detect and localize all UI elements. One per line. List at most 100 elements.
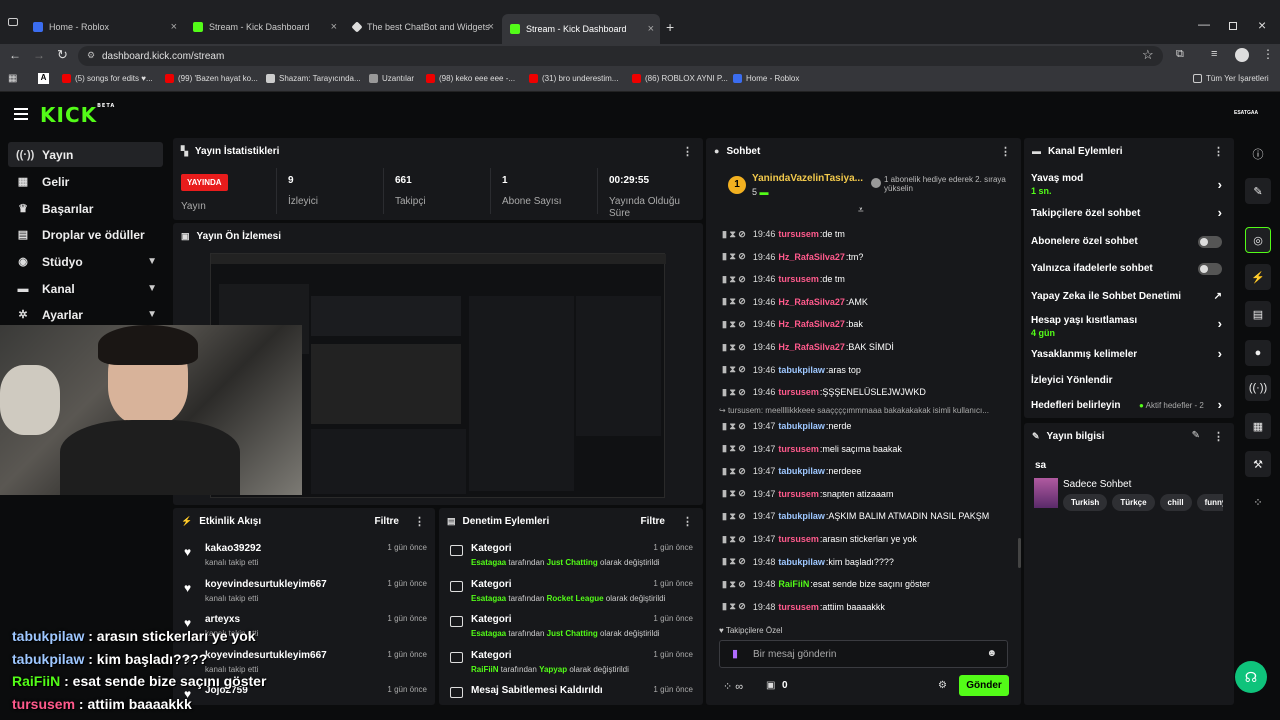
sidebar-item-gelir[interactable]: ▦ Gelir bbox=[8, 169, 163, 194]
bookmark-item[interactable]: (31) bro underestim... bbox=[529, 74, 618, 83]
banned-words-row[interactable]: Yasaklanmış kelimeler › bbox=[1031, 346, 1226, 361]
bookmark-star-icon[interactable]: ☆ bbox=[1142, 47, 1154, 63]
bookmark-a-icon[interactable]: A bbox=[38, 73, 49, 84]
more-options-icon[interactable]: ⋮ bbox=[682, 515, 693, 528]
mic-icon[interactable]: ▮ bbox=[732, 647, 738, 660]
followers-chat-row[interactable]: Takipçilere özel sohbet › bbox=[1031, 205, 1226, 220]
sidebar-item-studyo[interactable]: ◉ Stüdyo ▼ bbox=[8, 249, 163, 274]
new-tab-icon[interactable]: + bbox=[666, 19, 674, 35]
username-label[interactable]: ESATGAA bbox=[1234, 110, 1258, 116]
edit-pencil-icon[interactable]: ✎ bbox=[1192, 430, 1200, 441]
message-user[interactable]: tabukpilaw bbox=[778, 511, 825, 521]
hamburger-menu-icon[interactable] bbox=[14, 108, 28, 120]
chat-message[interactable]: ▮ ⧗ ⊘ 19:46 Hz_RafaSilva27: bak bbox=[722, 314, 1012, 334]
subs-chat-toggle[interactable] bbox=[1198, 236, 1222, 248]
apps-grid-icon[interactable]: ▦ bbox=[8, 73, 17, 84]
filter-button[interactable]: Filtre bbox=[375, 516, 399, 527]
ai-mod-row[interactable]: Yapay Zeka ile Sohbet Denetimi ↗ bbox=[1031, 291, 1226, 302]
restore-icon[interactable] bbox=[1229, 22, 1237, 30]
chat-message[interactable]: ▮ ⧗ ⊘ 19:48 tursusem: attiim baaaakkk bbox=[722, 597, 1012, 617]
message-user[interactable]: tursusem bbox=[778, 534, 819, 544]
account-age-row[interactable]: Hesap yaşı kısıtlaması 4 gün › bbox=[1031, 315, 1226, 338]
browser-tab[interactable]: The best ChatBot and Widgets × bbox=[345, 16, 500, 38]
collapse-icon[interactable]: ⩡ bbox=[858, 205, 864, 216]
message-actions-icon[interactable]: ▮ ⧗ ⊘ bbox=[722, 466, 746, 477]
message-user[interactable]: tabukpilaw bbox=[778, 466, 825, 476]
goals-row[interactable]: Hedefleri belirleyin ● Aktif hedefler - 2… bbox=[1031, 397, 1226, 412]
site-info-icon[interactable]: ⚙ bbox=[87, 50, 95, 61]
info-icon[interactable]: ⓘ bbox=[1245, 141, 1271, 167]
message-user[interactable]: tursusem bbox=[778, 229, 819, 239]
tag[interactable]: chill bbox=[1159, 494, 1192, 511]
message-actions-icon[interactable]: ▮ ⧗ ⊘ bbox=[722, 251, 746, 262]
message-actions-icon[interactable]: ▮ ⧗ ⊘ bbox=[722, 443, 746, 454]
send-button[interactable]: Gönder bbox=[959, 675, 1009, 696]
broadcast-rail-icon[interactable]: ((·)) bbox=[1245, 375, 1271, 401]
chat-message[interactable]: ▮ ⧗ ⊘ 19:48 RaiFiiN: esat sende bize saçın… bbox=[722, 574, 1012, 594]
close-tab-icon[interactable]: × bbox=[648, 23, 654, 35]
forward-icon[interactable]: → bbox=[33, 48, 45, 62]
chat-message[interactable]: ▮ ⧗ ⊘ 19:47 tabukpilaw: nerdeee bbox=[722, 461, 1012, 481]
chat-message[interactable]: ▮ ⧗ ⊘ 19:47 tursusem: meli saçıma baakak bbox=[722, 439, 1012, 459]
message-actions-icon[interactable]: ▮ ⧗ ⊘ bbox=[722, 319, 746, 330]
chat-message[interactable]: ▮ ⧗ ⊘ 19:47 tabukpilaw: nerde bbox=[722, 416, 1012, 436]
bookmark-item[interactable]: (98) keko eee eee -... bbox=[426, 74, 515, 83]
chat-message[interactable]: ▮ ⧗ ⊘ 19:48 tabukpilaw: kim başladı???? bbox=[722, 552, 1012, 572]
bookmark-item[interactable]: (5) songs for edits ♥... bbox=[62, 74, 153, 83]
browser-tab[interactable]: Home - Roblox × bbox=[25, 16, 183, 38]
message-actions-icon[interactable]: ▮ ⧗ ⊘ bbox=[722, 601, 746, 612]
bookmark-item[interactable]: Home - Roblox bbox=[733, 74, 799, 83]
activity-item[interactable]: koyevindesurtukleyim667 kanalı takip etti… bbox=[205, 579, 427, 603]
sidebar-item-basarilar[interactable]: ♛ Başarılar bbox=[8, 196, 163, 221]
layout-icon[interactable]: ▦ bbox=[1245, 413, 1271, 439]
extensions-icon[interactable]: ⧉ bbox=[1176, 48, 1184, 61]
message-actions-icon[interactable]: ▮ ⧗ ⊘ bbox=[722, 421, 746, 432]
message-user[interactable]: tabukpilaw bbox=[778, 365, 825, 375]
gift-box-icon[interactable]: ▣ bbox=[766, 680, 775, 691]
message-actions-icon[interactable]: ▮ ⧗ ⊘ bbox=[722, 364, 746, 375]
message-user[interactable]: Hz_RafaSilva27 bbox=[778, 297, 845, 307]
moderation-item[interactable]: Kategori Esatagaa tarafından Just Chattin… bbox=[471, 614, 693, 638]
sidebar-item-ayarlar[interactable]: ✲ Ayarlar ▼ bbox=[8, 302, 163, 327]
message-actions-icon[interactable]: ▮ ⧗ ⊘ bbox=[722, 534, 746, 545]
moderation-item[interactable]: Kategori Esatagaa tarafından Just Chattin… bbox=[471, 543, 693, 567]
wrench-rail-icon[interactable]: ⚒ bbox=[1245, 451, 1271, 477]
more-options-icon[interactable]: ⋮ bbox=[1213, 145, 1224, 158]
message-actions-icon[interactable]: ▮ ⧗ ⊘ bbox=[722, 387, 746, 398]
moderation-item[interactable]: Kategori Esatagaa tarafından Rocket Leagu… bbox=[471, 579, 693, 603]
message-user[interactable]: Hz_RafaSilva27 bbox=[778, 252, 845, 262]
lightning-rail-icon[interactable]: ⚡ bbox=[1245, 264, 1271, 290]
chat-message[interactable]: ▮ ⧗ ⊘ 19:46 tursusem: de tm bbox=[722, 269, 1012, 289]
sidebar-item-droplar[interactable]: ▤ Droplar ve ödüller bbox=[8, 222, 163, 247]
support-headset-icon[interactable]: ☊ bbox=[1235, 661, 1267, 693]
message-actions-icon[interactable]: ▮ ⧗ ⊘ bbox=[722, 342, 746, 353]
bookmark-item[interactable]: (99) 'Bazen hayat ko... bbox=[165, 74, 258, 83]
close-tab-icon[interactable]: × bbox=[331, 21, 337, 33]
chat-message[interactable]: ▮ ⧗ ⊘ 19:46 Hz_RafaSilva27: BAK SİMDİ bbox=[722, 337, 1012, 357]
activity-item[interactable]: kakao39292 kanalı takip etti 1 gün önce bbox=[205, 543, 427, 567]
camera-icon[interactable]: ◎ bbox=[1245, 227, 1271, 253]
emote-chat-row[interactable]: Yalnızca ifadelerle sohbet bbox=[1031, 263, 1226, 275]
tag[interactable]: Turkish bbox=[1063, 494, 1108, 511]
kick-logo[interactable]: KICKBETA bbox=[40, 103, 115, 127]
minimize-icon[interactable]: — bbox=[1198, 17, 1210, 31]
filter-button[interactable]: Filtre bbox=[641, 516, 665, 527]
message-user[interactable]: tursusem bbox=[778, 602, 819, 612]
message-user[interactable]: tursusem bbox=[778, 489, 819, 499]
message-actions-icon[interactable]: ▮ ⧗ ⊘ bbox=[722, 296, 746, 307]
top-gifter-name[interactable]: YanindaVazelinTasiya... bbox=[752, 173, 863, 184]
chat-settings-icon[interactable]: ⚙ bbox=[938, 680, 947, 691]
chat-message[interactable]: ▮ ⧗ ⊘ 19:46 tabukpilaw: aras top bbox=[722, 360, 1012, 380]
chat-input[interactable]: ▮ Bir mesaj gönderin ☻ bbox=[719, 640, 1008, 668]
tag[interactable]: Türkçe bbox=[1112, 494, 1155, 511]
browser-tab[interactable]: Stream - Kick Dashboard × bbox=[185, 16, 343, 38]
sidebar-item-kanal[interactable]: ▬ Kanal ▼ bbox=[8, 276, 163, 301]
chat-message[interactable]: ▮ ⧗ ⊘ 19:46 tursusem: de tm bbox=[722, 224, 1012, 244]
sidebar-item-yayin[interactable]: ((·)) Yayın bbox=[8, 142, 163, 167]
more-options-icon[interactable]: ⋮ bbox=[1000, 145, 1011, 158]
close-window-icon[interactable]: × bbox=[1258, 17, 1266, 33]
media-controls-icon[interactable]: ≡ bbox=[1211, 48, 1217, 60]
more-options-icon[interactable]: ⋮ bbox=[1213, 430, 1224, 443]
close-tab-icon[interactable]: × bbox=[171, 21, 177, 33]
reload-icon[interactable]: ↻ bbox=[57, 47, 68, 63]
